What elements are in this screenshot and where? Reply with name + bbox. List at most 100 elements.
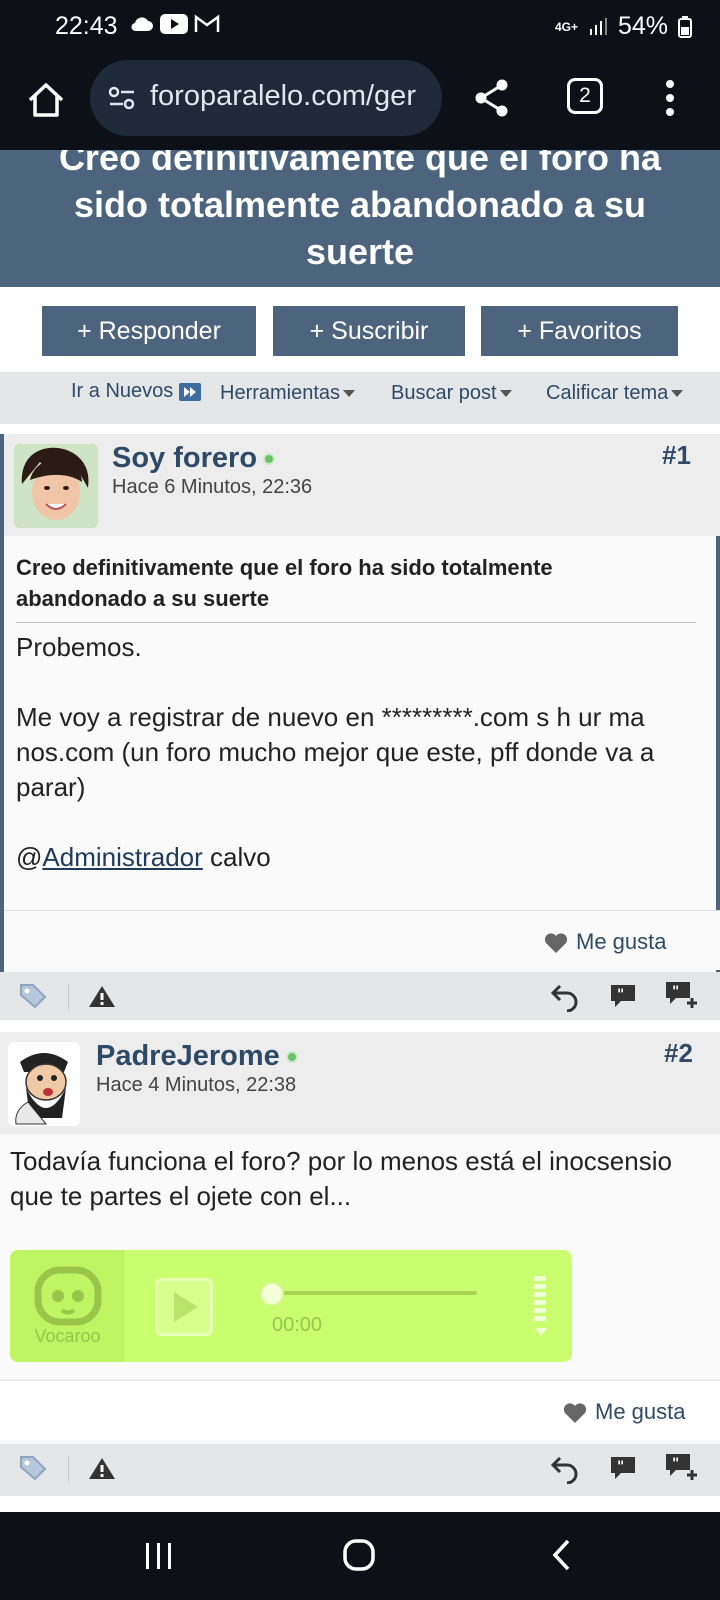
online-status-icon [263, 453, 276, 466]
cloud-icon [131, 17, 153, 32]
reply-arrow-icon[interactable] [550, 1454, 580, 1484]
post-title-divider [16, 622, 696, 623]
next-post-edge [0, 1492, 720, 1512]
mention-link[interactable]: Administrador [42, 842, 202, 872]
post-header: Soy forero Hace 6 Minutos, 22:36 #1 [4, 434, 720, 536]
thread-tools-bar: Ir a Nuevos Herramientas Buscar post Cal… [0, 372, 720, 424]
like-button[interactable]: Me gusta [544, 929, 667, 955]
fast-forward-icon [179, 382, 202, 401]
multi-quote-icon[interactable]: " [664, 980, 702, 1012]
system-navigation-bar [0, 1512, 720, 1600]
thread-header: Creo definitivamente que el foro ha sido… [0, 150, 720, 287]
post-title: Creo definitivamente que el foro ha sido… [16, 555, 553, 611]
chevron-down-icon [671, 390, 684, 398]
search-post-dropdown[interactable]: Buscar post [391, 382, 512, 405]
subscribe-button[interactable]: + Suscribir [273, 306, 465, 356]
vocaroo-logo: Vocaroo [10, 1250, 125, 1362]
quote-icon[interactable]: " [608, 982, 638, 1010]
multi-quote-icon[interactable]: " [664, 1452, 702, 1484]
rate-thread-label: Calificar tema [546, 382, 669, 404]
post-number[interactable]: #2 [664, 1038, 693, 1069]
like-label: Me gusta [595, 1399, 686, 1424]
post-date: Hace 4 Minutos, 22:38 [96, 1074, 297, 1096]
thread-actions: + Responder + Suscribir + Favoritos [0, 287, 720, 372]
url-text[interactable]: foroparalelo.com/ger [150, 80, 416, 113]
tools-label: Herramientas [220, 382, 341, 404]
username-text: PadreJerome [96, 1040, 280, 1072]
overflow-menu-icon[interactable] [666, 80, 676, 122]
post-like-row: Me gusta [0, 1380, 720, 1440]
post-2: PadreJerome Hace 4 Minutos, 22:38 #2 Tod… [0, 1032, 720, 1444]
audio-time: 00:00 [272, 1314, 323, 1336]
audio-progress-handle[interactable] [260, 1282, 284, 1306]
network-label: 4G+ [554, 19, 578, 34]
audio-progress-track[interactable] [272, 1291, 477, 1295]
favorites-button[interactable]: + Favoritos [481, 306, 678, 356]
home-icon[interactable] [24, 78, 68, 122]
post-1-footer: " " [0, 972, 720, 1020]
post-body-line: Me voy a registrar de nuevo en *********… [16, 702, 655, 802]
heart-icon [563, 1403, 587, 1424]
battery-icon [678, 15, 692, 38]
vocaroo-logo-icon [34, 1266, 102, 1326]
mention-prefix: @ [16, 842, 43, 872]
recent-apps-icon[interactable] [142, 1540, 176, 1572]
report-warning-icon[interactable] [88, 1456, 116, 1480]
post-number[interactable]: #1 [662, 440, 691, 471]
go-new-label: Ir a Nuevos [71, 380, 174, 402]
status-right: 4G+ 54% [555, 12, 692, 41]
browser-toolbar: foroparalelo.com/ger 2 [0, 52, 720, 150]
gmail-icon [194, 14, 220, 32]
footer-divider [68, 984, 69, 1010]
post-header: PadreJerome Hace 4 Minutos, 22:38 #2 [0, 1032, 720, 1134]
post-like-row: Me gusta [4, 910, 720, 970]
battery-percent: 54% [617, 12, 668, 40]
report-warning-icon[interactable] [88, 984, 116, 1008]
avatar[interactable] [8, 1042, 80, 1126]
avatar[interactable] [14, 444, 98, 528]
go-new-link[interactable]: Ir a Nuevos [71, 380, 202, 403]
svg-text:": " [617, 1459, 624, 1475]
svg-text:": " [672, 984, 679, 1000]
status-bar: 22:43 4G+ 54% [0, 0, 720, 52]
post-1: Soy forero Hace 6 Minutos, 22:36 #1 Creo… [0, 434, 720, 1014]
post-body-line: Probemos. [16, 632, 142, 662]
tag-icon[interactable] [18, 1454, 48, 1482]
like-button[interactable]: Me gusta [563, 1399, 686, 1425]
quote-icon[interactable]: " [608, 1454, 638, 1482]
vocaroo-label: Vocaroo [34, 1326, 101, 1346]
tab-switcher-button[interactable]: 2 [567, 78, 603, 114]
search-post-label: Buscar post [391, 382, 497, 404]
footer-divider [68, 1456, 69, 1482]
tag-icon[interactable] [18, 982, 48, 1010]
post-body: Probemos. Me voy a registrar de nuevo en… [16, 630, 706, 875]
home-nav-icon[interactable] [342, 1538, 376, 1572]
url-bar[interactable]: foroparalelo.com/ger [90, 60, 442, 136]
post-username[interactable]: PadreJerome [96, 1040, 298, 1073]
post-body-mention-line: @Administrador calvo [16, 840, 706, 875]
post-username[interactable]: Soy forero [112, 442, 276, 475]
play-icon [174, 1292, 198, 1322]
share-icon[interactable] [472, 78, 512, 118]
vocaroo-player[interactable]: Vocaroo 00:00 [10, 1250, 572, 1362]
post-body: Todavía funciona el foro? por lo menos e… [10, 1146, 672, 1211]
tools-dropdown[interactable]: Herramientas [220, 382, 356, 405]
signal-icon [589, 17, 607, 35]
thread-title: Creo definitivamente que el foro ha sido… [58, 150, 662, 272]
site-settings-icon[interactable] [108, 84, 136, 112]
svg-text:": " [617, 987, 624, 1003]
reply-arrow-icon[interactable] [550, 982, 580, 1012]
like-label: Me gusta [576, 929, 667, 954]
youtube-icon [160, 14, 188, 34]
post-2-footer: " " [0, 1444, 720, 1492]
volume-control[interactable] [534, 1276, 548, 1342]
status-time: 22:43 [55, 12, 118, 40]
heart-icon [544, 933, 568, 954]
status-notification-icons [130, 14, 220, 34]
back-icon[interactable] [550, 1538, 574, 1572]
chevron-down-icon [343, 390, 356, 398]
rate-thread-dropdown[interactable]: Calificar tema [546, 382, 684, 405]
reply-button[interactable]: + Responder [42, 306, 256, 356]
post-date: Hace 6 Minutos, 22:36 [112, 476, 313, 498]
play-button[interactable] [155, 1278, 213, 1336]
